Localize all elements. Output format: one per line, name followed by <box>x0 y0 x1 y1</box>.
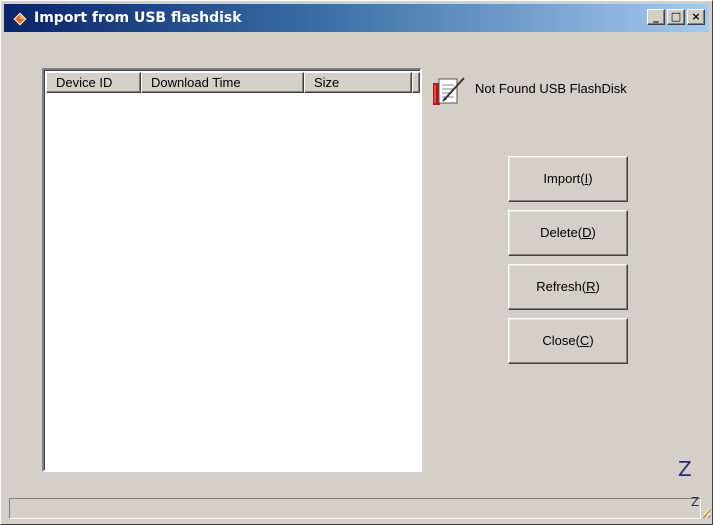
close-button[interactable]: Close(C) <box>508 318 628 364</box>
close-suffix: ) <box>589 333 594 348</box>
refresh-label: Refresh( <box>536 279 587 294</box>
column-header-filler <box>412 72 420 93</box>
delete-button[interactable]: Delete(D) <box>508 210 628 256</box>
status-bar <box>9 498 701 519</box>
maximize-button[interactable]: □ <box>667 9 685 25</box>
grip-z-mark: Z <box>691 495 700 509</box>
import-button[interactable]: Import(I) <box>508 156 628 202</box>
close-window-button[interactable]: × <box>687 9 705 25</box>
delete-suffix: ) <box>591 225 596 240</box>
z-mark: Z <box>678 457 692 481</box>
column-header-download-time[interactable]: Download Time <box>141 72 304 93</box>
delete-label: Delete( <box>540 225 583 240</box>
import-dialog: Import from USB flashdisk _ □ × Device I… <box>0 0 713 525</box>
device-list[interactable]: Device ID Download Time Size <box>42 68 422 472</box>
list-header: Device ID Download Time Size <box>46 72 420 93</box>
window-title: Import from USB flashdisk <box>34 10 242 26</box>
title-bar[interactable]: Import from USB flashdisk _ □ × <box>4 4 709 32</box>
close-label: Close( <box>542 333 580 348</box>
refresh-button[interactable]: Refresh(R) <box>508 264 628 310</box>
import-suffix: ) <box>588 171 593 186</box>
column-header-size[interactable]: Size <box>304 72 412 93</box>
import-label: Import( <box>543 171 585 186</box>
column-header-device-id[interactable]: Device ID <box>46 72 141 93</box>
close-hotkey: C <box>579 333 590 348</box>
refresh-suffix: ) <box>595 279 600 294</box>
usb-document-icon <box>433 77 465 105</box>
minimize-button[interactable]: _ <box>647 9 665 25</box>
usb-status-text: Not Found USB FlashDisk <box>475 81 627 96</box>
app-diamond-icon <box>12 11 28 27</box>
